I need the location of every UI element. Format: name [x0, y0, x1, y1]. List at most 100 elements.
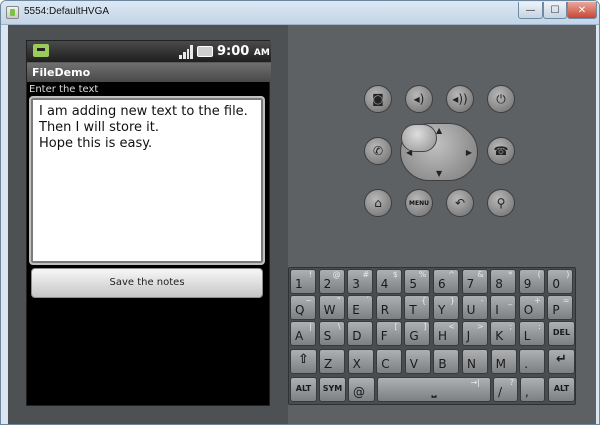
key-v[interactable]: V [404, 349, 431, 374]
sym-key[interactable]: SYM [319, 377, 346, 402]
key-g[interactable]: G] [404, 321, 431, 346]
key-alt-label: ´ [365, 296, 370, 305]
key-u[interactable]: U- [461, 295, 488, 320]
call-button[interactable]: ✆ [364, 137, 392, 165]
minimize-button[interactable]: — [518, 2, 543, 19]
key-label: F [380, 329, 388, 343]
key-label: P [552, 303, 560, 317]
notes-textarea[interactable]: I am adding new text to the file. Then I… [29, 96, 265, 265]
key-2[interactable]: 2 @ [318, 269, 345, 294]
del-key[interactable]: DEL [548, 321, 575, 346]
key-x[interactable]: X [347, 349, 374, 374]
key-b[interactable]: B [433, 349, 460, 374]
clock: 9:00 AM [217, 44, 270, 59]
key-label: R [380, 303, 390, 317]
enter-key[interactable]: ↵ [548, 349, 575, 374]
emulator-client-area: 9:00 AM FileDemo Enter the text I am add… [8, 25, 596, 424]
maximize-button[interactable]: ☐ [543, 2, 567, 19]
emulator-window: 5554:DefaultHVGA — ☐ ✕ 9:00 AM FileDemo … [0, 0, 600, 425]
key-label: 2 [323, 277, 332, 291]
key-6[interactable]: 6 ^ [433, 269, 459, 294]
alt-key-right[interactable]: ALT [548, 377, 575, 402]
key-c[interactable]: C [376, 349, 403, 374]
home-button[interactable]: ⌂ [364, 189, 392, 217]
key-8[interactable]: 8 * [490, 269, 517, 294]
key-label: N [467, 357, 476, 371]
dpad-down-icon[interactable]: ▼ [436, 169, 442, 178]
key-.[interactable]: . [519, 349, 546, 374]
key-label: G [409, 329, 419, 343]
key-l[interactable]: L: [518, 321, 545, 346]
camera-button[interactable]: ◙ [364, 85, 392, 113]
power-button[interactable]: ⏻ [487, 85, 515, 113]
search-button[interactable]: ⚲ [487, 189, 515, 217]
shift-key[interactable]: ⇧ [290, 349, 317, 374]
key-q[interactable]: Q ~ [290, 295, 316, 320]
key-m[interactable]: M [490, 349, 517, 374]
key-7[interactable]: 7 & [461, 269, 488, 294]
volume-down-button[interactable]: ◂) [405, 85, 433, 113]
key-alt-label: " [336, 296, 341, 305]
key-label: M [495, 357, 506, 371]
dpad[interactable]: ▲ ▼ ◀ ▶ [400, 123, 478, 181]
key-5[interactable]: 5% [404, 269, 431, 294]
key-1[interactable]: 1! [290, 269, 316, 294]
key-alt-label: _ [508, 296, 513, 305]
close-button[interactable]: ✕ [567, 2, 597, 19]
volume-up-button[interactable]: ◂)) [446, 85, 474, 113]
key-9[interactable]: 9( [518, 269, 545, 294]
key-o[interactable]: O + [518, 295, 545, 320]
key-0[interactable]: 0) [547, 269, 574, 294]
app-icon [6, 6, 19, 19]
alt-key-right-label: ALT [553, 384, 570, 393]
slash-key[interactable]: /? [493, 377, 518, 402]
slash-key-label: / [498, 385, 503, 399]
alt-key-left[interactable]: ALT [290, 377, 317, 402]
key-alt-label: } [449, 296, 455, 305]
key-label: O [523, 303, 534, 317]
key-t[interactable]: T{ [404, 295, 431, 320]
end-call-button[interactable]: ☎ [487, 137, 515, 165]
key-d[interactable]: D [347, 321, 374, 346]
key-w[interactable]: W " [318, 295, 345, 320]
key-alt-label: > [476, 322, 484, 331]
clock-ampm: AM [253, 48, 270, 58]
alt-key-left-label: ALT [295, 384, 312, 393]
key-label: 3 [352, 277, 360, 291]
key-label: 6 [438, 277, 446, 291]
key-s[interactable]: S \ [318, 321, 345, 346]
key-i[interactable]: I _ [490, 295, 517, 320]
key-alt-label: + [534, 296, 541, 305]
dpad-right-icon[interactable]: ▶ [466, 148, 472, 157]
comma-key[interactable]: , [520, 377, 545, 402]
key-label: H [438, 329, 448, 343]
key-z[interactable]: Z [319, 349, 345, 374]
menu-button[interactable]: MENU [405, 189, 433, 217]
key-f[interactable]: F[ [375, 321, 402, 346]
key-label: Z [324, 357, 333, 371]
window-title: 5554:DefaultHVGA [24, 6, 110, 17]
key-alt-label: ) [566, 270, 570, 279]
dpad-up-icon[interactable]: ▲ [436, 126, 442, 135]
key-3[interactable]: 3 # [347, 269, 374, 294]
at-key[interactable]: @ [348, 377, 375, 402]
key-label: T [409, 303, 417, 317]
key-a[interactable]: A | [290, 321, 316, 346]
space-key[interactable]: ⎵ →| [377, 377, 491, 402]
key-y[interactable]: Y} [433, 295, 459, 320]
key-k[interactable]: K; [490, 321, 517, 346]
key-n[interactable]: N [462, 349, 488, 374]
key-e[interactable]: E ´ [347, 295, 374, 320]
key-label: 9 [523, 277, 532, 291]
key-alt-label: % [418, 270, 427, 279]
key-j[interactable]: J > [461, 321, 488, 346]
status-bar: 9:00 AM [27, 41, 271, 63]
key-p[interactable]: P = [547, 295, 574, 320]
key-h[interactable]: H < [433, 321, 459, 346]
key-4[interactable]: 4 $ [375, 269, 402, 294]
dpad-left-icon[interactable]: ◀ [406, 148, 412, 157]
key-r[interactable]: R [375, 295, 402, 320]
back-button[interactable]: ↶ [446, 189, 474, 217]
key-alt-label: @ [332, 270, 341, 279]
save-notes-button[interactable]: Save the notes [31, 268, 263, 298]
